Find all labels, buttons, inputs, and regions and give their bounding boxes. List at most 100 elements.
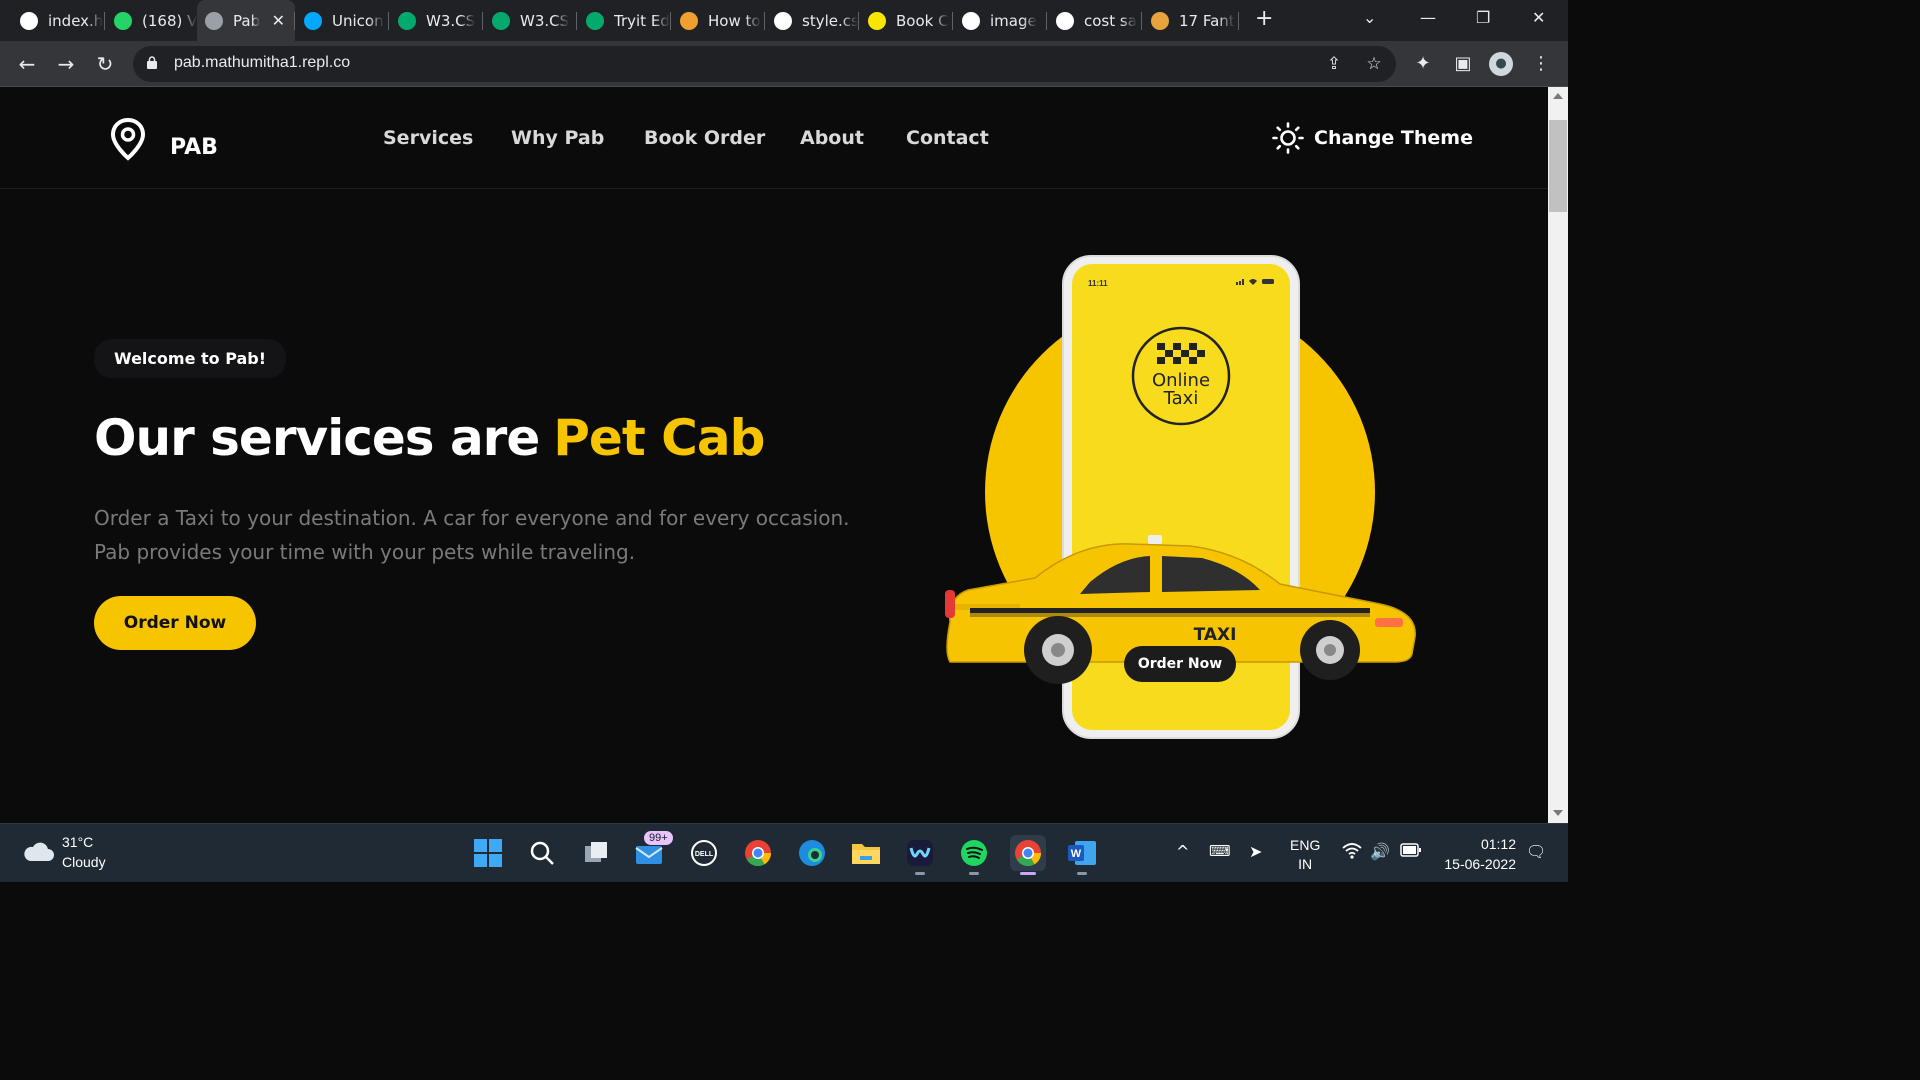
task-view-icon[interactable] — [578, 835, 614, 871]
chrome-icon[interactable] — [740, 835, 776, 871]
nav-services[interactable]: Services — [383, 127, 473, 149]
location-icon[interactable]: ➤ — [1249, 842, 1262, 861]
side-panel-icon[interactable]: ▣ — [1451, 52, 1475, 76]
browser-tab[interactable]: W3.CS — [390, 0, 482, 41]
phone-order-now-label: Order Now — [1137, 656, 1223, 672]
restore-icon[interactable]: ❐ — [1476, 8, 1490, 27]
nav-contact[interactable]: Contact — [906, 127, 989, 149]
start-icon[interactable] — [470, 835, 506, 871]
google-icon — [1056, 11, 1074, 30]
tab-separator — [1238, 12, 1239, 30]
weather-temperature[interactable]: 31°C — [62, 834, 93, 850]
browser-tab-title: style.cs — [802, 11, 858, 30]
share-icon[interactable]: ⇪ — [1324, 54, 1344, 74]
hero-description-line-1: Order a Taxi to your destination. A car … — [94, 506, 850, 530]
browser-tab[interactable]: Pab ✕ — [197, 0, 295, 41]
forward-icon[interactable]: → — [54, 52, 78, 76]
codepen-icon — [680, 11, 698, 30]
browser-tab[interactable]: style.cs — [766, 0, 858, 41]
profile-avatar[interactable]: ● — [1489, 52, 1513, 76]
language-indicator[interactable]: ENG IN — [1290, 836, 1320, 874]
w3schools-icon — [586, 11, 604, 30]
phone-order-now-button[interactable]: Order Now — [1124, 646, 1236, 682]
change-theme-label: Change Theme — [1314, 127, 1473, 149]
dell-icon[interactable]: DELL — [686, 835, 722, 871]
browser-tab-title: Book C — [896, 11, 949, 30]
browser-tab-title: Tryit Ed — [614, 11, 670, 30]
lock-icon — [147, 56, 157, 69]
scroll-up-icon[interactable] — [1553, 93, 1563, 99]
browser-tab[interactable]: image — [954, 0, 1046, 41]
edge-icon[interactable] — [794, 835, 830, 871]
taxi-circle-text: Taxi — [1163, 388, 1199, 409]
browser-tab-title: How to — [708, 11, 761, 30]
bookmark-star-icon[interactable]: ☆ — [1364, 54, 1384, 74]
keyboard-icon[interactable]: ⌨ — [1209, 842, 1231, 860]
clock-date: 15-06-2022 — [1444, 856, 1516, 872]
tab-separator — [952, 12, 953, 30]
cloud-icon[interactable] — [22, 840, 54, 862]
notifications-icon[interactable]: 🗨 — [1526, 842, 1546, 861]
language-code: ENG — [1290, 837, 1321, 853]
volume-icon[interactable]: 🔊 — [1370, 842, 1390, 861]
file-explorer-icon[interactable] — [848, 835, 884, 871]
close-tab-icon[interactable]: ✕ — [272, 11, 285, 30]
mail-icon[interactable]: 99+ — [632, 831, 673, 871]
browser-tab-title: W3.CS — [426, 11, 476, 30]
welcome-badge: Welcome to Pab! — [94, 339, 287, 378]
menu-icon[interactable]: ⋮ — [1529, 52, 1553, 76]
web-page: PAB Services Why Pab Book Order About Co… — [0, 87, 1548, 823]
search-icon[interactable] — [524, 835, 560, 871]
extensions-icon[interactable]: ✦ — [1411, 52, 1435, 76]
tab-search-icon[interactable]: ⌄ — [1363, 8, 1376, 27]
browser-tab[interactable]: 17 Fant — [1143, 0, 1235, 41]
reload-icon[interactable]: ↻ — [93, 52, 117, 76]
browser-tab-title: (168) V — [142, 11, 198, 30]
word-icon[interactable]: W — [1064, 835, 1100, 875]
browser-tab[interactable]: How to — [672, 0, 764, 41]
change-theme-button[interactable]: Change Theme — [1272, 121, 1473, 155]
nav-about[interactable]: About — [800, 127, 864, 149]
tab-separator — [294, 12, 295, 30]
chrome-active-icon[interactable] — [1010, 835, 1046, 875]
battery-icon[interactable] — [1400, 842, 1422, 861]
order-now-button[interactable]: Order Now — [94, 596, 256, 650]
weather-description[interactable]: Cloudy — [62, 854, 106, 870]
browser-tab[interactable]: (168) V — [106, 0, 198, 41]
address-bar[interactable]: pab.mathumitha1.repl.co ⇪ ☆ — [133, 46, 1396, 82]
browser-tab[interactable]: W3.CS — [484, 0, 576, 41]
scroll-down-icon[interactable] — [1553, 810, 1563, 816]
browser-tab-title: Unicon — [332, 11, 384, 30]
close-window-icon[interactable]: ✕ — [1532, 8, 1545, 27]
location-pin-icon[interactable] — [109, 117, 147, 161]
tab-separator — [482, 12, 483, 30]
browser-tab[interactable]: Tryit Ed — [578, 0, 670, 41]
tab-separator — [764, 12, 765, 30]
mail-badge: 99+ — [644, 831, 673, 845]
wifi-icon[interactable] — [1342, 842, 1362, 864]
scrollbar-thumb[interactable] — [1549, 120, 1567, 212]
tab-separator — [388, 12, 389, 30]
minimize-icon[interactable]: — — [1420, 8, 1436, 27]
clock-time: 01:12 — [1480, 836, 1516, 852]
browser-tab[interactable]: Unicon — [296, 0, 388, 41]
whatsapp-icon — [114, 11, 132, 30]
spotify-icon[interactable] — [956, 835, 992, 875]
globe-icon — [205, 11, 223, 30]
logo-text[interactable]: PAB — [170, 135, 218, 160]
webex-icon[interactable] — [902, 835, 938, 875]
tab-separator — [670, 12, 671, 30]
page-scrollbar[interactable] — [1548, 87, 1568, 823]
browser-tab[interactable]: index.h — [12, 0, 104, 41]
show-hidden-icons-icon[interactable]: ^ — [1176, 842, 1189, 861]
browser-tab[interactable]: Book C — [860, 0, 952, 41]
nav-book-order[interactable]: Book Order — [644, 127, 765, 149]
system-clock[interactable]: 01:12 15-06-2022 — [1436, 834, 1516, 874]
back-icon[interactable]: ← — [15, 52, 39, 76]
nav-why-pab[interactable]: Why Pab — [511, 127, 604, 149]
tab-separator — [1046, 12, 1047, 30]
new-tab-icon[interactable]: + — [1255, 6, 1273, 31]
active-indicator — [1020, 872, 1036, 875]
browser-tab[interactable]: cost sa — [1048, 0, 1140, 41]
w3schools-icon — [492, 11, 510, 30]
